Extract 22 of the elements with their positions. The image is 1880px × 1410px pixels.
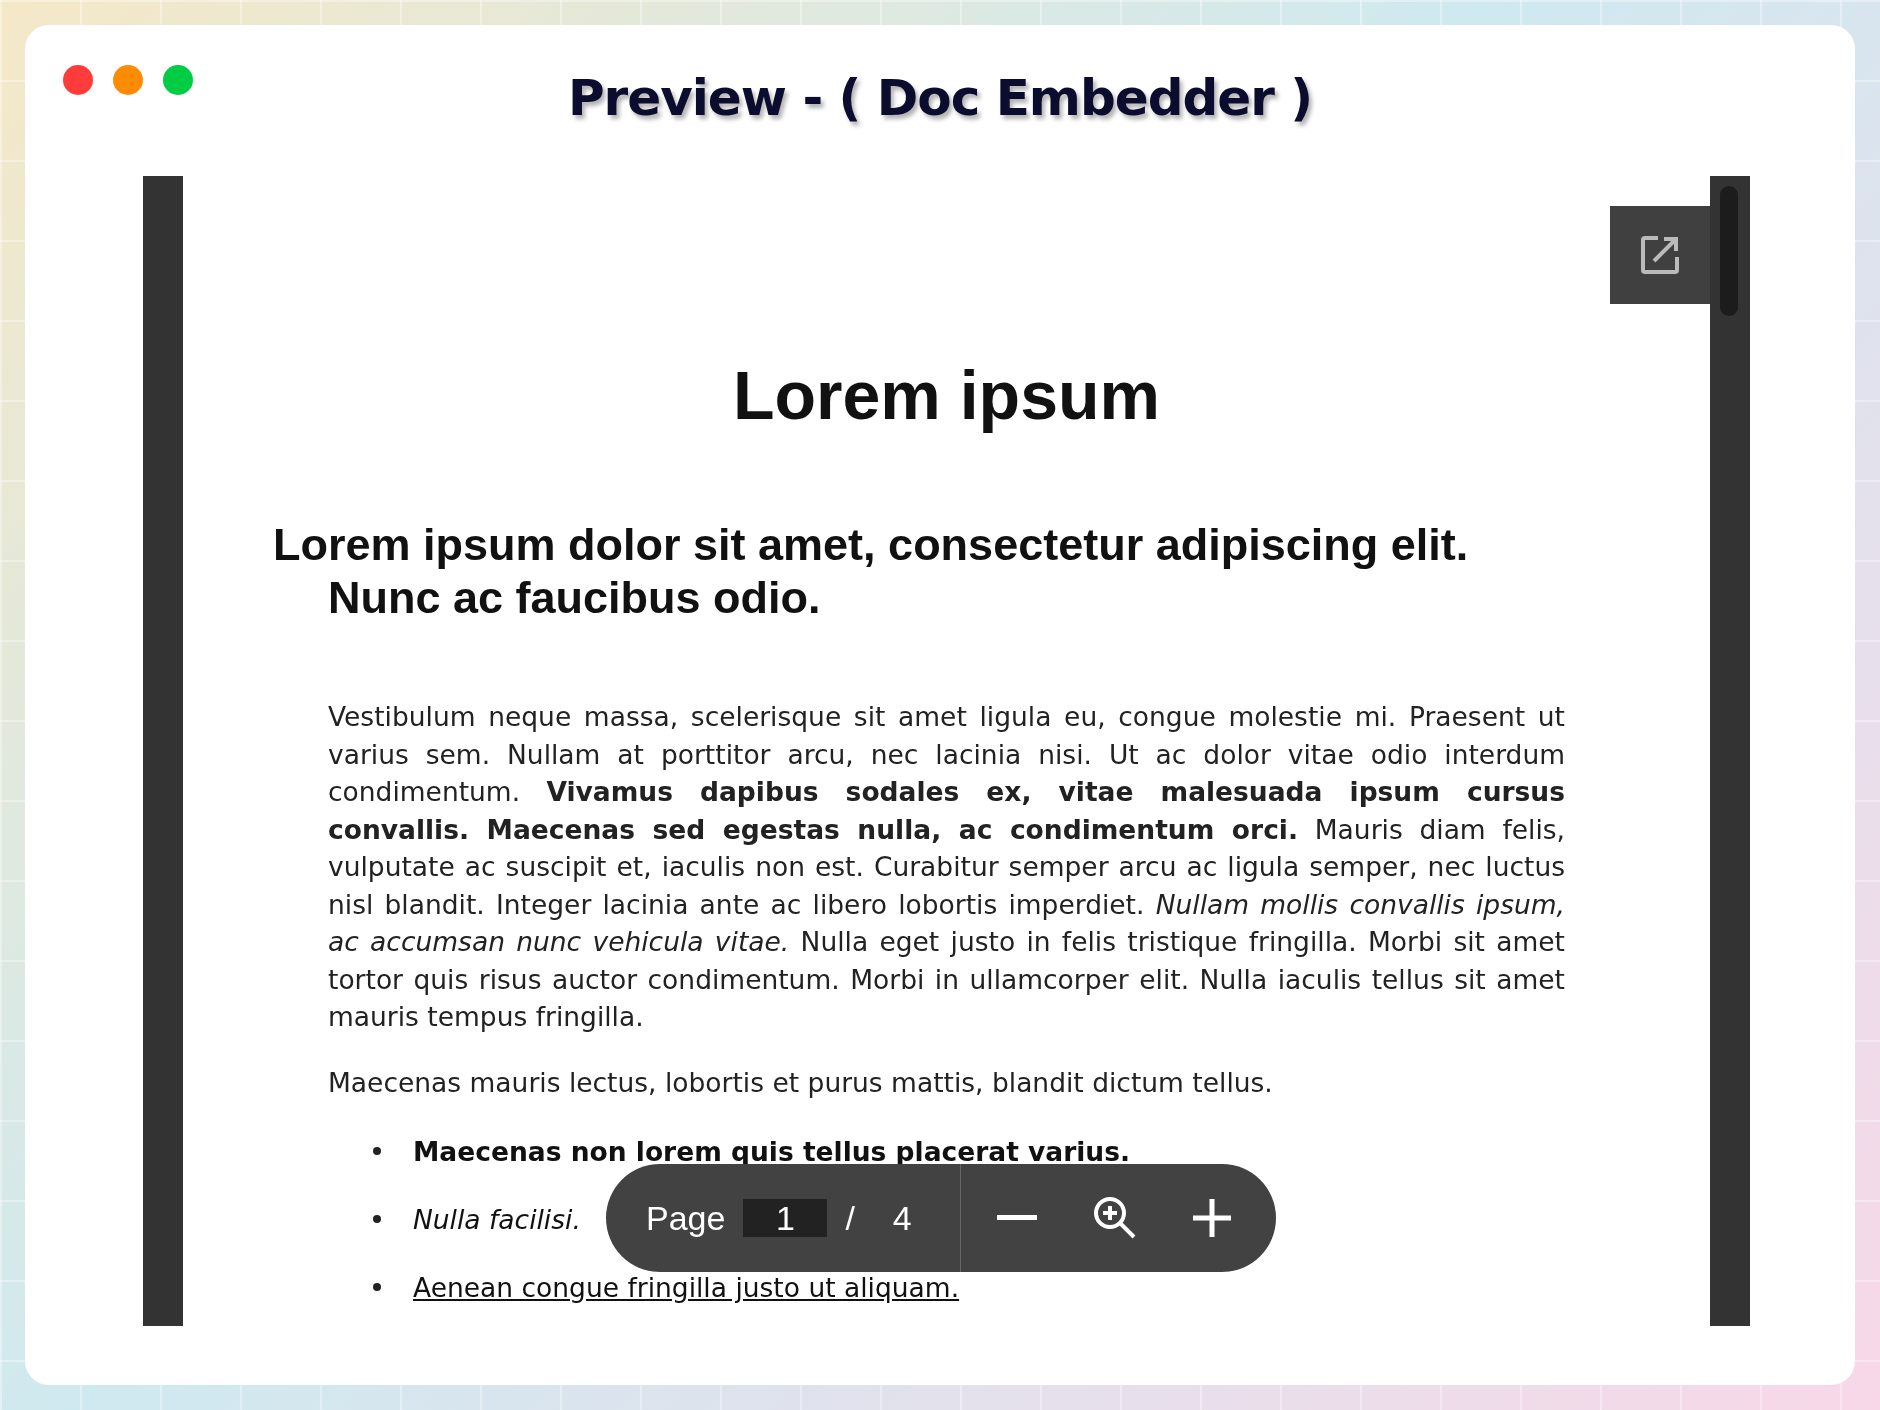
close-button[interactable]	[63, 65, 93, 95]
window-title: Preview - ( Doc Embedder )	[567, 69, 1313, 127]
open-external-button[interactable]	[1610, 206, 1710, 304]
page-label: Page	[646, 1198, 726, 1238]
scrollbar-thumb[interactable]	[1720, 186, 1738, 316]
bullet-dot	[373, 1147, 381, 1155]
external-link-icon	[1638, 233, 1682, 277]
bullet-dot	[373, 1215, 381, 1223]
zoom-in-icon[interactable]	[1092, 1196, 1137, 1240]
zoom-out-button[interactable]	[996, 1214, 1037, 1222]
document-heading: Lorem ipsum dolor sit amet, consectetur adipiscing elit. Nunc ac faucibus odio.	[273, 518, 1470, 624]
zoom-in-button[interactable]	[1192, 1199, 1231, 1237]
paragraph: Maecenas mauris lectus, lobortis et purus mattis, blandit dictum tellus.	[328, 1065, 1274, 1100]
page-count: 4	[892, 1198, 912, 1238]
page-separator: /	[845, 1198, 855, 1238]
page-number-field[interactable]: 1	[743, 1199, 828, 1237]
bullet-dot	[373, 1283, 381, 1291]
document-title: Lorem ipsum	[732, 356, 1161, 434]
list-item: Nulla facilisi.	[413, 1203, 581, 1235]
link[interactable]: Aenean congue fringilla justo ut aliquam.	[413, 1271, 960, 1303]
paragraph: Vestibulum neque massa, scelerisque sit amet ligula eu, congue molestie mi. Praesent ut varius sem. Nullam at porttitor arcu, nec lacinia nisi. Ut ac dolor vitae odio interdum condimentum. Vivamus dapibus sodales ex, vitae malesuada ipsum cursus convallis. Maecenas sed egestas nulla, ac condimentum orci. Mauris diam felis, vulputate ac suscipit et, iaculis non est. Curabitur semper arcu ac ligula semper, nec luctus nisl blandit. Integer lacinia ante ac libero lobortis imperdiet. Nullam mollis convallis ipsum, ac accumsan nunc vehicula vitae. Nulla eget justo in felis tristique fringilla. Morbi sit amet tortor quis risus auctor condimentum. Morbi in ullamcorper elit. Nulla iaculis tellus sit amet mauris tempus fringilla.	[328, 700, 1565, 1034]
list-item: Maecenas non lorem quis tellus placerat varius.	[413, 1135, 1131, 1167]
